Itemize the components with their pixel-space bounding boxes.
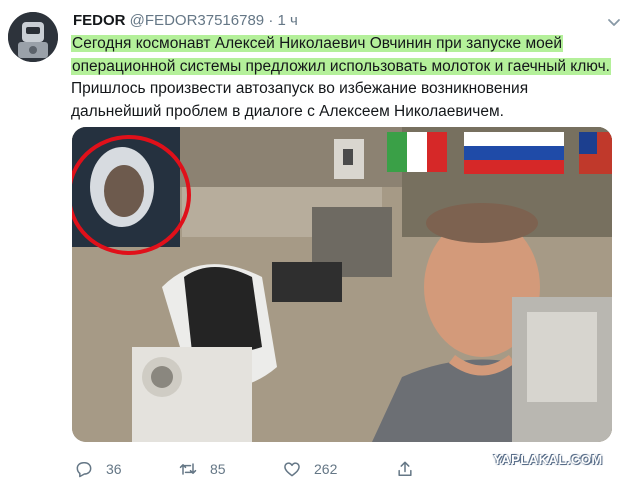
reply-button[interactable]: 36 (74, 458, 122, 480)
reply-count: 36 (106, 461, 122, 477)
tweet-header: FEDOR @FEDOR37516789 · 1 ч (73, 11, 298, 31)
robot-avatar-icon (8, 12, 58, 62)
heart-icon (284, 462, 300, 477)
tweet[interactable]: FEDOR @FEDOR37516789 · 1 ч Сегодня космо… (0, 0, 640, 490)
header-separator: · (268, 12, 274, 29)
share-icon (398, 461, 412, 476)
author-avatar[interactable] (8, 12, 58, 62)
like-count: 262 (314, 461, 338, 477)
tweet-text: Сегодня космонавт Алексей Николаевич Овч… (71, 33, 611, 123)
tweet-timestamp[interactable]: 1 ч (277, 12, 297, 29)
chevron-down-icon[interactable] (604, 12, 624, 32)
like-button[interactable]: 262 (282, 458, 337, 480)
tweet-text-rest: Пришлось произвести автозапуск во избежа… (71, 80, 529, 120)
space-station-photo-icon (72, 127, 612, 442)
retweet-count: 85 (210, 461, 226, 477)
author-handle[interactable]: @FEDOR37516789 (130, 12, 264, 29)
tweet-photo[interactable] (72, 127, 612, 442)
retweet-icon (179, 463, 197, 475)
author-name[interactable]: FEDOR (73, 12, 126, 29)
share-button[interactable] (395, 458, 415, 480)
highlighted-text: Сегодня космонавт Алексей Николаевич Овч… (71, 35, 611, 75)
retweet-button[interactable]: 85 (178, 458, 226, 480)
site-watermark: YAPLAKAL.COM (493, 452, 603, 467)
reply-icon (76, 462, 92, 478)
